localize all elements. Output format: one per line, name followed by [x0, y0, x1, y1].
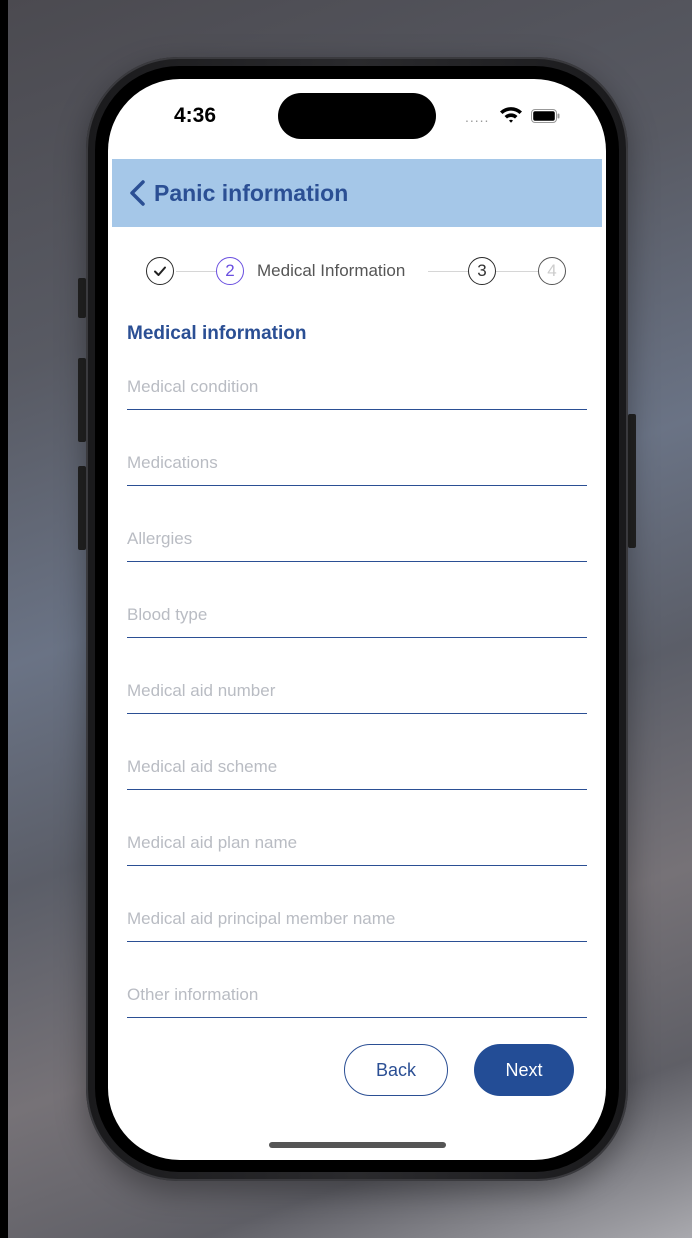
section-title: Medical information: [127, 323, 307, 344]
medical-aid-number-field[interactable]: [127, 675, 587, 714]
wifi-icon: [500, 107, 522, 123]
chevron-left-icon[interactable]: [126, 179, 148, 207]
step-connector: [428, 271, 468, 272]
phone-volume-up-button: [78, 358, 86, 442]
step-3[interactable]: 3: [468, 257, 496, 285]
medical-aid-number-input[interactable]: [127, 675, 587, 707]
blood-type-field[interactable]: [127, 599, 587, 638]
phone-screen: 4:36 ..... Panic information 2 Medical I…: [108, 79, 606, 1160]
blood-type-input[interactable]: [127, 599, 587, 631]
next-button[interactable]: Next: [474, 1044, 574, 1096]
allergies-input[interactable]: [127, 523, 587, 555]
step-1-completed[interactable]: [146, 257, 174, 285]
other-information-field[interactable]: [127, 979, 587, 1018]
step-2-label: Medical Information: [257, 261, 406, 280]
medical-aid-scheme-input[interactable]: [127, 751, 587, 783]
signal-icon: .....: [465, 109, 490, 125]
principal-member-name-field[interactable]: [127, 903, 587, 942]
progress-stepper: 2 Medical Information 3 4: [108, 255, 606, 289]
app-header: Panic information: [112, 159, 602, 227]
dynamic-island: [278, 93, 436, 139]
medical-aid-plan-name-field[interactable]: [127, 827, 587, 866]
step-2-active[interactable]: 2: [216, 257, 244, 285]
allergies-field[interactable]: [127, 523, 587, 562]
status-time: 4:36: [174, 104, 217, 127]
medical-condition-input[interactable]: [127, 371, 587, 403]
medical-condition-field[interactable]: [127, 371, 587, 410]
other-information-input[interactable]: [127, 979, 587, 1011]
step-4: 4: [538, 257, 566, 285]
phone-action-button: [78, 278, 86, 318]
back-button[interactable]: Back: [344, 1044, 448, 1096]
phone-power-button: [628, 414, 636, 548]
phone-volume-down-button: [78, 466, 86, 550]
home-indicator[interactable]: [269, 1142, 446, 1148]
principal-member-name-input[interactable]: [127, 903, 587, 935]
step-connector: [176, 271, 216, 272]
medical-aid-plan-name-input[interactable]: [127, 827, 587, 859]
left-edge: [0, 0, 8, 1238]
battery-icon: [531, 109, 560, 123]
page-title: Panic information: [154, 179, 349, 206]
medical-aid-scheme-field[interactable]: [127, 751, 587, 790]
medications-field[interactable]: [127, 447, 587, 486]
medications-input[interactable]: [127, 447, 587, 479]
checkmark-icon: [154, 266, 166, 276]
step-connector: [496, 271, 538, 272]
